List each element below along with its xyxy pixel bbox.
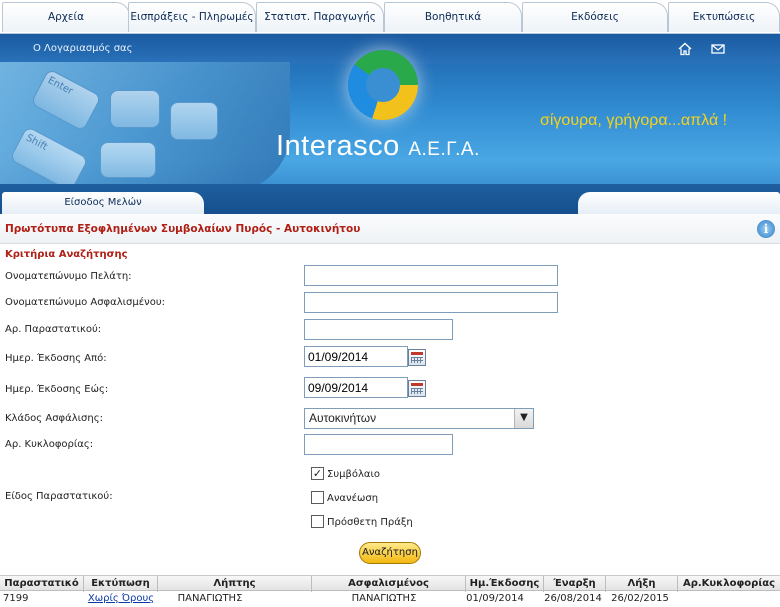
account-link[interactable]: Ο Λογαριασμός σας	[33, 43, 133, 54]
page-title-bar: Πρωτότυπα Εξοφλημένων Συμβολαίων Πυρός -…	[0, 214, 780, 244]
column-header-recipient[interactable]: Λήπτης	[158, 576, 312, 592]
banner-right-tab	[578, 192, 780, 214]
endorsement-checkbox[interactable]	[311, 515, 324, 528]
date-from-calendar-icon[interactable]	[408, 349, 426, 366]
cell-recipient: ΠΑΝΑΓΙΩΤΗΣ	[177, 593, 243, 604]
brand-logotype: Interasco Α.Ε.Γ.Α.	[276, 130, 480, 163]
info-icon[interactable]: i	[757, 220, 775, 238]
endorsement-checkbox-label: Πρόσθετη Πράξη	[327, 517, 413, 528]
branch-label: Κλάδος Ασφάλισης:	[5, 413, 103, 424]
column-header-issue-date[interactable]: Ημ.Έκδοσης	[466, 576, 544, 592]
column-header-end[interactable]: Λήξη	[606, 576, 678, 592]
date-from-input[interactable]	[304, 346, 408, 367]
home-icon[interactable]	[678, 42, 692, 56]
cell-plate	[678, 592, 780, 607]
chevron-down-icon[interactable]: ▼	[514, 409, 533, 428]
mail-icon[interactable]	[711, 42, 725, 56]
header-banner: Enter Shift Ο Λογαριασμός σας Interasco …	[0, 34, 780, 214]
insured-name-label: Ονοματεπώνυμο Ασφαλισμένου:	[5, 297, 166, 308]
insured-name-input[interactable]	[304, 292, 558, 313]
date-to-label: Ημερ. Έκδοσης Εώς:	[5, 384, 109, 395]
column-header-start[interactable]: Έναρξη	[544, 576, 606, 592]
cell-document: 7199	[3, 593, 29, 604]
column-header-document[interactable]: Παραστατικό	[0, 576, 84, 592]
key-shift: Shift	[9, 125, 89, 193]
nav-tab-issuances[interactable]: Εκδόσεις	[522, 2, 668, 32]
client-name-input[interactable]	[304, 265, 558, 286]
nav-tab-printouts[interactable]: Εκτυπώσεις	[668, 2, 780, 32]
renewal-checkbox[interactable]	[311, 491, 324, 504]
nav-tab-collections-payments[interactable]: Εισπράξεις - Πληρωμές	[128, 2, 256, 32]
column-header-insured[interactable]: Ασφαλισμένος	[312, 576, 466, 592]
branch-select[interactable]: Αυτοκινήτων	[304, 408, 534, 429]
doc-type-label: Είδος Παραστατικού:	[5, 491, 113, 502]
client-name-label: Ονοματεπώνυμο Πελάτη:	[5, 271, 132, 282]
interasco-logo-icon	[348, 50, 418, 120]
key-enter: Enter	[30, 68, 102, 132]
date-to-calendar-icon[interactable]	[408, 380, 426, 397]
results-table-header: Παραστατικό Εκτύπωση Λήπτης Ασφαλισμένος…	[0, 575, 780, 592]
keyboard-key	[100, 142, 156, 178]
date-from-label: Ημερ. Έκδοσης Από:	[5, 353, 107, 364]
cell-issue-date: 01/09/2014	[466, 593, 524, 604]
renewal-checkbox-label: Ανανέωση	[327, 493, 379, 504]
plate-label: Αρ. Κυκλοφορίας:	[5, 439, 94, 450]
date-to-input[interactable]	[304, 377, 408, 398]
cell-end: 26/02/2015	[611, 593, 669, 604]
branch-select-value: Αυτοκινήτων	[309, 411, 377, 425]
plate-input[interactable]	[304, 434, 453, 455]
member-login-tab[interactable]: Είσοδος Μελών	[2, 192, 204, 214]
contract-checkbox[interactable]: ✓	[311, 467, 324, 480]
search-button[interactable]: Αναζήτηση	[359, 542, 421, 564]
top-navigation: Αρχεία Εισπράξεις - Πληρωμές Στατιστ. Πα…	[0, 0, 780, 34]
nav-tab-files[interactable]: Αρχεία	[2, 2, 130, 32]
table-row: 7199 Χωρίς Όρους ΠΑΝΑΓΙΩΤΗΣ ΠΑΝΑΓΙΩΤΗΣ 0…	[0, 592, 780, 607]
column-header-plate[interactable]: Αρ.Κυκλοφορίας	[678, 576, 780, 592]
nav-tab-utilities[interactable]: Βοηθητικά	[384, 2, 522, 32]
print-no-terms-link[interactable]: Χωρίς Όρους	[84, 592, 158, 607]
keyboard-graphic: Enter Shift	[0, 62, 290, 193]
nav-tab-production-stats[interactable]: Στατιστ. Παραγωγής	[256, 2, 384, 32]
cell-start: 26/08/2014	[544, 593, 602, 604]
brand-name: Interasco	[276, 130, 400, 162]
keyboard-key	[170, 102, 218, 140]
brand-suffix: Α.Ε.Γ.Α.	[408, 139, 480, 160]
keyboard-key	[110, 90, 160, 128]
doc-number-input[interactable]	[304, 319, 453, 340]
doc-number-label: Αρ. Παραστατικού:	[5, 324, 102, 335]
page-title: Πρωτότυπα Εξοφλημένων Συμβολαίων Πυρός -…	[5, 223, 361, 235]
contract-checkbox-label: Συμβόλαιο	[327, 469, 380, 480]
search-criteria-heading: Κριτήρια Αναζήτησης	[5, 249, 128, 260]
column-header-print[interactable]: Εκτύπωση	[84, 576, 158, 592]
slogan: σίγουρα, γρήγορα...απλά !	[540, 112, 728, 129]
cell-insured: ΠΑΝΑΓΙΩΤΗΣ	[351, 593, 417, 604]
